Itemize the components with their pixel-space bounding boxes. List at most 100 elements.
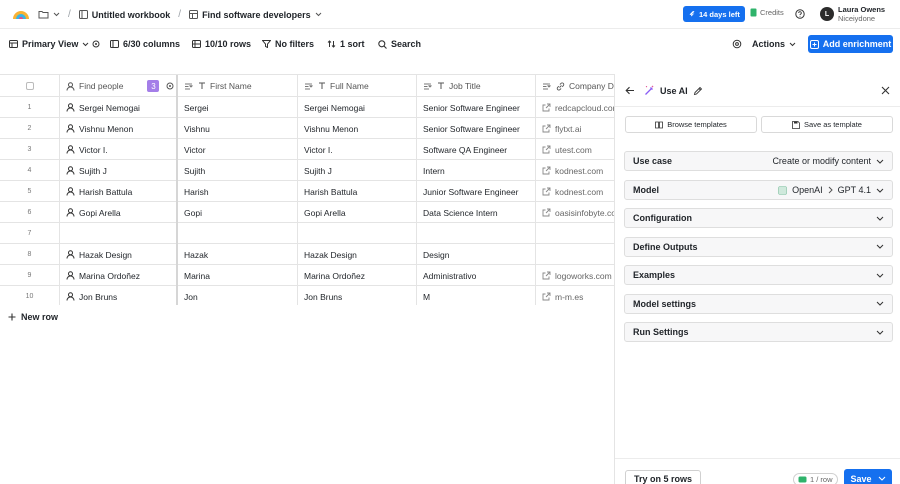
column-header-company-domain[interactable]: Company Do [536,75,614,97]
trial-button[interactable]: 14 days left [683,6,745,22]
job-title-cell[interactable]: Administrativo [417,265,536,286]
first-name-cell[interactable]: Harish [178,181,298,202]
company-domain-cell[interactable]: redcapcloud.com [536,97,614,118]
table-row[interactable]: 8 Hazak Design Hazak Hazak Design Design [0,244,614,265]
find-people-cell[interactable]: Vishnu Menon [60,118,178,139]
full-name-cell[interactable]: Marina Ordoñez [298,265,417,286]
help-icon[interactable] [795,9,805,19]
column-header-full-name[interactable]: Full Name [298,75,417,97]
chevron-down-icon[interactable] [315,12,322,17]
table-row[interactable]: 3 Victor I. Victor Victor I. Software QA Eng… [0,139,614,160]
job-title-cell[interactable]: Senior Software Engineer [417,97,536,118]
full-name-cell[interactable]: Jon Bruns [298,286,417,305]
section-configuration[interactable]: Configuration [624,208,893,228]
section-model-settings[interactable]: Model settings [624,293,893,314]
full-name-cell[interactable]: Gopi Arella [298,202,417,223]
company-domain-cell[interactable] [536,244,614,265]
credits-indicator[interactable]: Credits [750,8,784,17]
find-people-cell[interactable]: Sergei Nemogai [60,97,178,118]
company-domain-cell[interactable] [536,223,614,244]
first-name-cell[interactable] [178,223,298,244]
first-name-cell[interactable]: Victor [178,139,298,160]
settings-icon[interactable] [166,82,174,90]
view-selector[interactable]: Primary View [9,38,89,50]
edit-pencil-icon[interactable] [693,86,703,96]
actions-button[interactable]: Actions [752,36,796,52]
select-all-checkbox[interactable] [25,82,34,90]
table-row[interactable]: 1 Sergei Nemogai Sergei Sergei Nemogai Senio… [0,97,614,118]
find-people-cell[interactable]: Marina Ordoñez [60,265,178,286]
model-selector[interactable]: Model OpenAI GPT 4.1 [624,180,893,200]
full-name-cell[interactable]: Vishnu Menon [298,118,417,139]
external-link-icon[interactable] [542,124,551,133]
select-all-cell[interactable] [0,75,60,97]
first-name-cell[interactable]: Sujith [178,160,298,181]
table-name[interactable]: Find software developers [202,10,311,20]
table-row[interactable]: 10 Jon Bruns Jon Jon Bruns Mm-m.es [0,286,614,305]
row-number[interactable]: 5 [0,181,60,202]
row-number[interactable]: 10 [0,286,60,305]
job-title-cell[interactable]: Data Science Intern [417,202,536,223]
first-name-cell[interactable]: Hazak [178,244,298,265]
folder-icon[interactable] [38,10,49,19]
workbook-name[interactable]: Untitled workbook [92,10,171,20]
back-arrow-icon[interactable] [625,86,635,95]
full-name-cell[interactable] [298,223,417,244]
find-people-cell[interactable]: Harish Battula [60,181,178,202]
row-number[interactable]: 4 [0,160,60,181]
job-title-cell[interactable] [417,223,536,244]
job-title-cell[interactable]: Software QA Engineer [417,139,536,160]
save-button[interactable]: Save [844,469,892,484]
try-rows-button[interactable]: Try on 5 rows [625,470,702,484]
row-number[interactable]: 9 [0,265,60,286]
find-people-cell[interactable]: Gopi Arella [60,202,178,223]
filter-button[interactable]: No filters [262,38,314,50]
section-examples[interactable]: Examples [624,265,893,286]
table-row[interactable]: 9 Marina Ordoñez Marina Marina Ordoñez Admin… [0,265,614,286]
row-number[interactable]: 3 [0,139,60,160]
company-domain-cell[interactable]: m-m.es [536,286,614,305]
find-people-cell[interactable]: Sujith J [60,160,178,181]
full-name-cell[interactable]: Sergei Nemogai [298,97,417,118]
external-link-icon[interactable] [542,187,551,196]
first-name-cell[interactable]: Sergei [178,97,298,118]
table-row[interactable]: 7 [0,223,614,244]
view-settings-icon[interactable] [92,38,100,50]
first-name-cell[interactable]: Vishnu [178,118,298,139]
find-people-cell[interactable]: Hazak Design [60,244,178,265]
company-domain-cell[interactable]: utest.com [536,139,614,160]
add-enrichment-button[interactable]: Add enrichment [808,35,893,53]
external-link-icon[interactable] [542,271,551,280]
section-run-settings[interactable]: Run Settings [624,322,893,343]
full-name-cell[interactable]: Harish Battula [298,181,417,202]
column-header-job-title[interactable]: Job Title [417,75,536,97]
first-name-cell[interactable]: Marina [178,265,298,286]
rows-button[interactable]: 10/10 rows [192,38,251,50]
company-domain-cell[interactable]: logoworks.com [536,265,614,286]
chevron-down-icon[interactable] [53,12,60,17]
full-name-cell[interactable]: Sujith J [298,160,417,181]
job-title-cell[interactable]: Intern [417,160,536,181]
find-people-cell[interactable] [60,223,178,244]
company-domain-cell[interactable]: kodnest.com [536,160,614,181]
columns-button[interactable]: 6/30 columns [110,38,180,50]
full-name-cell[interactable]: Hazak Design [298,244,417,265]
job-title-cell[interactable]: M [417,286,536,305]
company-domain-cell[interactable]: flytxt.ai [536,118,614,139]
use-case-selector[interactable]: Use case Create or modify content [624,151,893,171]
column-header-find-people[interactable]: Find people 3 [60,75,178,97]
new-row-button[interactable]: New row [8,312,58,322]
row-number[interactable]: 7 [0,223,60,244]
external-link-icon[interactable] [542,292,551,301]
table-row[interactable]: 4 Sujith J Sujith Sujith J Intern kodnest.com [0,160,614,181]
job-title-cell[interactable]: Design [417,244,536,265]
search-button[interactable]: Search [378,38,421,50]
job-title-cell[interactable]: Senior Software Engineer [417,118,536,139]
row-number[interactable]: 6 [0,202,60,223]
company-domain-cell[interactable]: oasisinfobyte.co [536,202,614,223]
close-icon[interactable] [881,86,890,95]
external-link-icon[interactable] [542,103,551,112]
table-row[interactable]: 6 Gopi Arella Gopi Gopi Arella Data Science … [0,202,614,223]
chevron-down-icon[interactable] [878,476,886,481]
find-people-cell[interactable]: Jon Bruns [60,286,178,305]
